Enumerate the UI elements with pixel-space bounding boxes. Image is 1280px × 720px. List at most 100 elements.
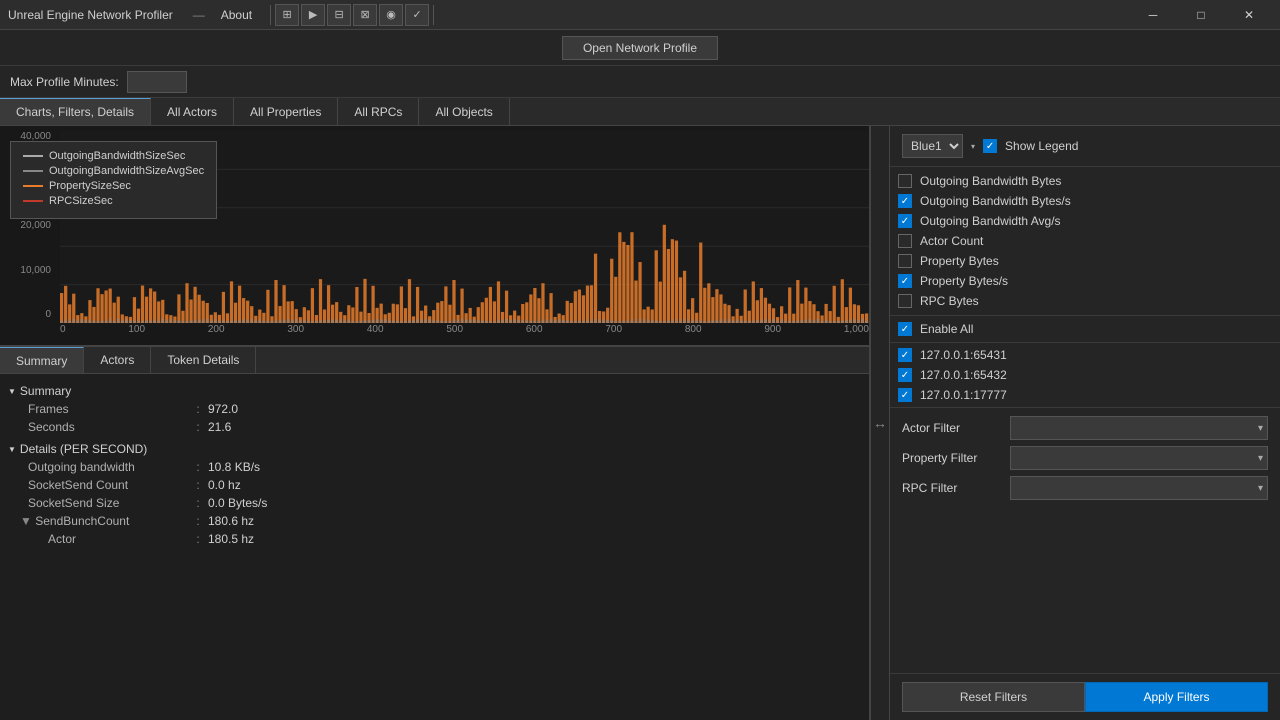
reset-filters-button[interactable]: Reset Filters (902, 682, 1085, 712)
cb-outgoing-bandwidth-avg-s[interactable] (898, 214, 912, 228)
actor-filter-arrow: ▾ (1258, 423, 1263, 434)
cb-rpc-bytes[interactable] (898, 294, 912, 308)
app-title: Unreal Engine Network Profiler (8, 8, 173, 22)
address-list: 127.0.0.1:65431 127.0.0.1:65432 127.0.0.… (890, 343, 1280, 408)
cb-address-3[interactable] (898, 388, 912, 402)
cb-enable-all[interactable] (898, 322, 912, 336)
toolbar-icon-6[interactable]: ✓ (405, 4, 429, 26)
cb-address-2[interactable] (898, 368, 912, 382)
toolbar-sep-1 (270, 5, 271, 25)
toolbar-sep-2 (433, 5, 434, 25)
row-sendbunchcount: ▼ SendBunchCount : 180.6 hz (28, 512, 861, 530)
top-tabs: Charts, Filters, Details All Actors All … (0, 98, 1280, 126)
chart-options-list: Outgoing Bandwidth Bytes Outgoing Bandwi… (890, 167, 1280, 316)
profile-minutes-input[interactable] (127, 71, 187, 93)
cb-outgoing-bandwidth-bytes[interactable] (898, 174, 912, 188)
menu-about[interactable]: About (213, 6, 260, 24)
option-outgoing-bandwidth-bytes[interactable]: Outgoing Bandwidth Bytes (890, 171, 1280, 191)
apply-filters-button[interactable]: Apply Filters (1085, 682, 1268, 712)
address-row-1[interactable]: 127.0.0.1:65431 (890, 345, 1280, 365)
tab-all-rpcs[interactable]: All RPCs (338, 98, 419, 125)
toolbar-icon-1[interactable]: ⊞ (275, 4, 299, 26)
color-select[interactable]: Blue1 (902, 134, 963, 158)
show-legend-checkbox[interactable] (983, 139, 997, 153)
tab-all-properties[interactable]: All Properties (234, 98, 338, 125)
cb-actor-count[interactable] (898, 234, 912, 248)
legend-line-3 (23, 185, 43, 187)
legend-line-1 (23, 155, 43, 157)
show-legend-label: Show Legend (1005, 139, 1078, 153)
option-outgoing-bandwidth-bytes-s[interactable]: Outgoing Bandwidth Bytes/s (890, 191, 1280, 211)
row-socketsend-size: SocketSend Size : 0.0 Bytes/s (28, 494, 861, 512)
option-property-bytes-s[interactable]: Property Bytes/s (890, 271, 1280, 291)
cb-property-bytes[interactable] (898, 254, 912, 268)
summary-rows: Frames : 972.0 Seconds : 21.6 (8, 400, 861, 436)
right-panel: Blue1 ▾ Show Legend Outgoing Bandwidth B… (890, 126, 1280, 720)
toolbar-icons: ⊞ ▶ ⊟ ⊠ ◉ ✓ (268, 4, 436, 26)
main-toolbar: Open Network Profile (0, 30, 1280, 66)
bottom-content: ▼ Summary Frames : 972.0 Seconds : 21.6 (0, 374, 869, 720)
rpc-filter-row: RPC Filter ▾ (902, 476, 1268, 500)
cb-address-1[interactable] (898, 348, 912, 362)
legend-item-3: PropertySizeSec (23, 180, 204, 192)
color-select-arrow: ▾ (971, 142, 975, 151)
legend-line-2 (23, 170, 43, 172)
tab-summary[interactable]: Summary (0, 347, 84, 373)
x-axis: 0 100 200 300 400 500 600 700 800 900 1,… (60, 320, 869, 345)
toolbar-icon-2[interactable]: ▶ (301, 4, 325, 26)
property-filter-dropdown[interactable]: ▾ (1010, 446, 1268, 470)
tab-actors[interactable]: Actors (84, 347, 151, 373)
details-rows: Outgoing bandwidth : 10.8 KB/s SocketSen… (8, 458, 861, 548)
filter-buttons: Reset Filters Apply Filters (890, 673, 1280, 720)
tab-all-objects[interactable]: All Objects (419, 98, 509, 125)
filters-section: Actor Filter ▾ Property Filter ▾ RPC Fil… (890, 408, 1280, 673)
window-controls: ─ □ ✕ (1130, 0, 1272, 30)
minimize-button[interactable]: ─ (1130, 0, 1176, 30)
address-row-3[interactable]: 127.0.0.1:17777 (890, 385, 1280, 405)
tab-token-details[interactable]: Token Details (151, 347, 256, 373)
titlebar: Unreal Engine Network Profiler — About ⊞… (0, 0, 1280, 30)
row-frames: Frames : 972.0 (28, 400, 861, 418)
address-row-2[interactable]: 127.0.0.1:65432 (890, 365, 1280, 385)
profile-row: Max Profile Minutes: (0, 66, 1280, 98)
cb-property-bytes-s[interactable] (898, 274, 912, 288)
tab-charts-filters[interactable]: Charts, Filters, Details (0, 98, 151, 125)
resize-icon: ↔ (873, 415, 887, 431)
bottom-tabs: Summary Actors Token Details (0, 346, 869, 374)
option-outgoing-bandwidth-avg-s[interactable]: Outgoing Bandwidth Avg/s (890, 211, 1280, 231)
toolbar-icon-4[interactable]: ⊠ (353, 4, 377, 26)
details-chevron: ▼ (8, 445, 16, 454)
row-seconds: Seconds : 21.6 (28, 418, 861, 436)
resize-handle[interactable]: ↔ (870, 126, 890, 720)
chart-legend: OutgoingBandwidthSizeSec OutgoingBandwid… (10, 141, 217, 219)
tab-all-actors[interactable]: All Actors (151, 98, 234, 125)
profile-minutes-label: Max Profile Minutes: (10, 75, 119, 89)
details-header[interactable]: ▼ Details (PER SECOND) (8, 440, 861, 458)
legend-line-4 (23, 200, 43, 202)
open-profile-button[interactable]: Open Network Profile (562, 36, 718, 60)
legend-item-1: OutgoingBandwidthSizeSec (23, 150, 204, 162)
summary-header[interactable]: ▼ Summary (8, 382, 861, 400)
legend-item-2: OutgoingBandwidthSizeAvgSec (23, 165, 204, 177)
cb-outgoing-bandwidth-bytes-s[interactable] (898, 194, 912, 208)
toolbar-icon-5[interactable]: ◉ (379, 4, 403, 26)
actor-filter-dropdown[interactable]: ▾ (1010, 416, 1268, 440)
property-filter-row: Property Filter ▾ (902, 446, 1268, 470)
rpc-filter-dropdown[interactable]: ▾ (1010, 476, 1268, 500)
row-outgoing-bandwidth: Outgoing bandwidth : 10.8 KB/s (28, 458, 861, 476)
enable-all-row[interactable]: Enable All (890, 316, 1280, 343)
restore-button[interactable]: □ (1178, 0, 1224, 30)
property-filter-arrow: ▾ (1258, 453, 1263, 464)
option-actor-count[interactable]: Actor Count (890, 231, 1280, 251)
title-separator: — (193, 8, 205, 22)
option-rpc-bytes[interactable]: RPC Bytes (890, 291, 1280, 311)
row-actor: Actor : 180.5 hz (28, 530, 861, 548)
left-panel: OutgoingBandwidthSizeSec OutgoingBandwid… (0, 126, 870, 720)
option-property-bytes[interactable]: Property Bytes (890, 251, 1280, 271)
summary-section: ▼ Summary Frames : 972.0 Seconds : 21.6 (0, 378, 869, 552)
close-button[interactable]: ✕ (1226, 0, 1272, 30)
summary-chevron: ▼ (8, 387, 16, 396)
main-layout: OutgoingBandwidthSizeSec OutgoingBandwid… (0, 126, 1280, 720)
toolbar-icon-3[interactable]: ⊟ (327, 4, 351, 26)
actor-filter-row: Actor Filter ▾ (902, 416, 1268, 440)
